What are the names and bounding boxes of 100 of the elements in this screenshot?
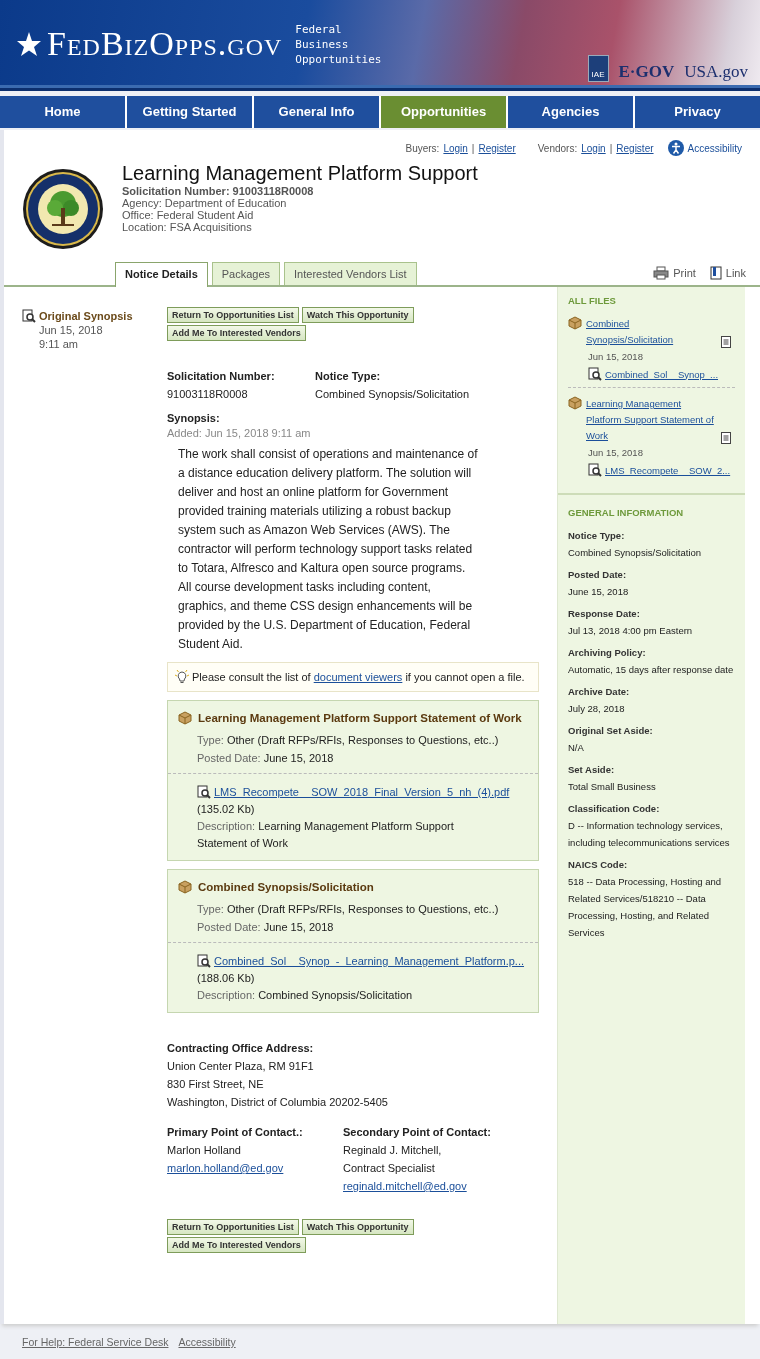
egov-logo[interactable]: E·GOV (618, 62, 675, 82)
document-viewers-link[interactable]: document viewers (313, 671, 403, 683)
link-separator: | (609, 142, 613, 154)
tagline-text: Opportunities (295, 51, 382, 67)
link-link[interactable]: Link (725, 267, 746, 279)
accessibility-link[interactable]: Accessibility (687, 142, 742, 154)
package-field: Posted Date: June 15, 2018 (197, 918, 538, 936)
history-date: Jun 15, 2018 (38, 323, 104, 337)
user-link[interactable]: Register (478, 142, 516, 154)
nav-tab[interactable]: Opportunities (381, 96, 506, 128)
iae-logo[interactable]: IAE (587, 55, 609, 82)
notice-title: Learning Management Platform Support (122, 162, 478, 185)
info-label: NAICS Code: (568, 858, 629, 872)
field-label: Secondary Point of Contact: (343, 1125, 492, 1140)
lightbulb-icon (174, 669, 190, 685)
file-search-icon (588, 463, 602, 477)
info-value: Automatic, 15 days after response date (568, 663, 735, 677)
contact-text: Marlon Holland (167, 1143, 242, 1158)
action-button[interactable]: Watch This Opportunity (301, 1219, 414, 1235)
file-link[interactable]: LMS_Recompete__SOW_2... (605, 464, 731, 476)
nav-tab[interactable]: Privacy (635, 96, 760, 128)
tab[interactable]: Notice Details (115, 262, 208, 287)
user-label: Buyers: (405, 142, 440, 154)
file-link[interactable]: Learning Management Platform Support Statement of Work (586, 396, 718, 444)
user-link[interactable]: Login (581, 142, 606, 154)
package-icon (178, 880, 192, 894)
bookmark-icon (709, 266, 722, 280)
field-value: 91003118R0008 (167, 387, 249, 402)
action-button[interactable]: Add Me To Interested Vendors (167, 325, 306, 341)
contact-text: Reginald J. Mitchell, (343, 1143, 443, 1158)
footer-link[interactable]: Accessibility (178, 1336, 236, 1348)
info-label: Notice Type: (568, 529, 626, 543)
document-icon (721, 432, 731, 444)
file-search-icon (588, 367, 602, 381)
file-link[interactable]: LMS_Recompete__SOW_2018_Final_Version_5_nh_(4).pdf (214, 784, 510, 800)
field-label: Notice Type: (315, 369, 382, 384)
file-search-icon (197, 954, 211, 968)
info-value: N/A (568, 741, 585, 755)
address-line: Union Center Plaza, RM 91F1 (167, 1059, 315, 1074)
address-line: 830 First Street, NE (167, 1077, 265, 1092)
info-value: Total Small Business (568, 780, 657, 794)
info-value: July 28, 2018 (568, 702, 626, 716)
section-heading: ALL FILES (568, 295, 617, 306)
seal-icon (22, 168, 104, 250)
accessibility-icon (667, 140, 684, 156)
email-link[interactable]: marlon.holland@ed.gov (167, 1162, 284, 1174)
field-label: Primary Point of Contact.: (167, 1125, 304, 1140)
action-button[interactable]: Return To Opportunities List (167, 307, 299, 323)
info-value: June 15, 2018 (568, 585, 630, 599)
info-label: Posted Date: (568, 568, 628, 582)
field-label: Solicitation Number: (167, 369, 276, 384)
site-logo[interactable]: FedBizOpps.gov (47, 25, 283, 63)
user-link[interactable]: Login (443, 142, 468, 154)
action-button[interactable]: Add Me To Interested Vendors (167, 1237, 306, 1253)
solicitation-number: Solicitation Number: 91003118R0008 (122, 185, 315, 197)
usa-logo[interactable]: USA.gov (684, 62, 748, 82)
tab[interactable]: Packages (211, 262, 281, 285)
package-field: Type: Other (Draft RFPs/RFIs, Responses to Questions, etc..) (197, 731, 538, 749)
package-field: Posted Date: June 15, 2018 (197, 749, 538, 767)
notice-detail: Agency: Department of Education (122, 197, 288, 209)
action-button[interactable]: Watch This Opportunity (301, 307, 414, 323)
history-link[interactable]: Original Synopsis (39, 310, 133, 322)
package-icon (178, 711, 192, 725)
user-label: Vendors: (537, 142, 578, 154)
nav-tab[interactable]: Getting Started (127, 96, 252, 128)
file-size: (135.02 Kb) (197, 802, 256, 817)
nav-tab[interactable]: Home (0, 96, 125, 128)
user-link[interactable]: Register (616, 142, 654, 154)
email-link[interactable]: reginald.mitchell@ed.gov (343, 1180, 467, 1192)
info-label: Original Set Aside: (568, 724, 654, 738)
file-search-icon (22, 309, 36, 323)
package-field: Description: Learning Management Platform Support Statement of Work (197, 818, 487, 852)
file-link[interactable]: Combined_Sol__Synop_... (605, 368, 719, 380)
info-label: Archive Date: (568, 685, 631, 699)
footer-link[interactable]: For Help: Federal Service Desk (22, 1336, 169, 1348)
action-button[interactable]: Return To Opportunities List (167, 1219, 299, 1235)
added-date: Added: Jun 15, 2018 9:11 am (167, 427, 312, 439)
history-time: 9:11 am (38, 337, 79, 351)
info-value: Jul 13, 2018 4:00 pm Eastern (568, 624, 694, 638)
file-link[interactable]: Combined Synopsis/Solicitation (586, 316, 718, 348)
package-icon (568, 316, 582, 330)
field-value: Combined Synopsis/Solicitation (315, 387, 471, 402)
printer-icon (653, 266, 670, 280)
tagline-text: Business (295, 36, 350, 52)
print-link[interactable]: Print (673, 267, 696, 279)
info-value: D -- Information technology services, including telecommunications services (568, 819, 731, 850)
nav-tab[interactable]: General Info (254, 96, 379, 128)
synopsis-text: The work shall consist of operations and maintenance of a distance education delivery platform. The solution will deliver and host an online platform for Government provided training materials utilizing a robust backup system such as Amazon Web Services (AWS). The contractor will perform technology support tasks related to Totara, Alfresco and Kaltura open source programs. All course development tasks including content, graphics, and theme CSS design enhancements will be provided by the U.S. Department of Education, Federal Student Aid. (178, 446, 478, 653)
info-value: Combined Synopsis/Solicitation (568, 546, 703, 560)
tab[interactable]: Interested Vendors List (284, 262, 417, 285)
file-search-icon (197, 785, 211, 799)
notice-detail: Office: Federal Student Aid (122, 209, 255, 221)
notice-detail: Location: FSA Acquisitions (122, 221, 253, 233)
file-size: (188.06 Kb) (197, 971, 256, 986)
package-field: Type: Other (Draft RFPs/RFIs, Responses to Questions, etc..) (197, 900, 538, 918)
contact-text: Contract Specialist (343, 1161, 436, 1176)
link-separator: | (471, 142, 475, 154)
file-link[interactable]: Combined_Sol__Synop_-_Learning_Management_Platform.p... (214, 953, 525, 969)
field-label: Synopsis: (167, 411, 221, 426)
nav-tab[interactable]: Agencies (508, 96, 633, 128)
